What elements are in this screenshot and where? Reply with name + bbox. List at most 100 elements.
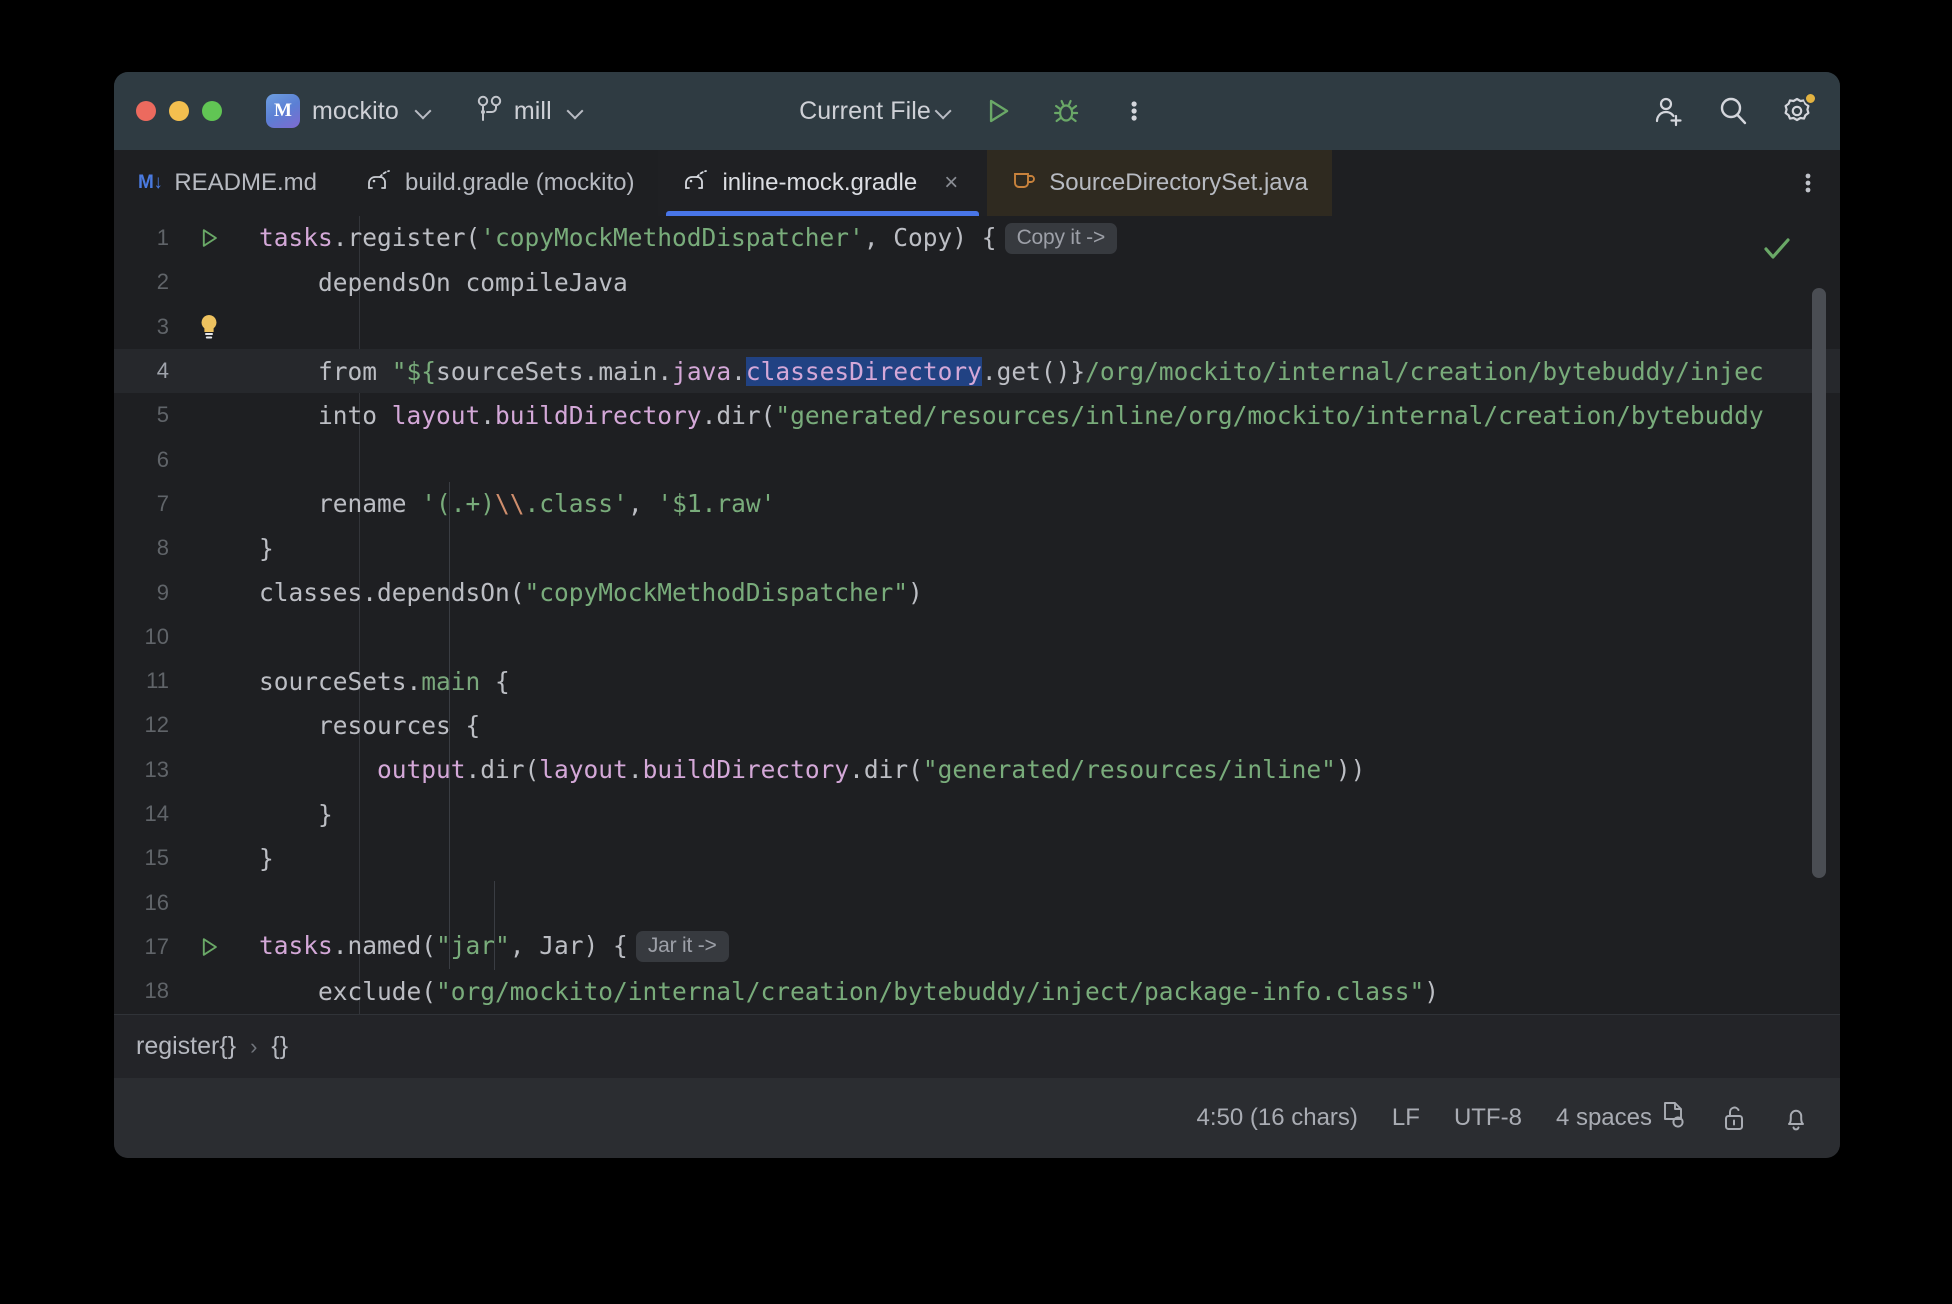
code-line[interactable]: 5 into layout.buildDirectory.dir("genera…: [114, 393, 1840, 437]
java-class-icon: [1011, 167, 1037, 200]
code-text: resources {: [249, 711, 480, 740]
code-line[interactable]: 3: [114, 305, 1840, 349]
code-token: 'copyMockMethodDispatcher': [480, 222, 864, 252]
debug-button[interactable]: [1045, 90, 1087, 132]
code-line[interactable]: 11 sourceSets.main {: [114, 659, 1840, 703]
code-line[interactable]: 19 exclude("org/mockito/internal/creatio…: [114, 1013, 1840, 1014]
tab-sourcedirectoryset-java[interactable]: SourceDirectorySet.java: [987, 150, 1332, 216]
code-line[interactable]: 8}: [114, 526, 1840, 570]
code-token: , Copy) {: [863, 222, 997, 252]
code-lines: 1 tasks.register('copyMockMethodDispatche…: [114, 216, 1840, 1014]
chevron-down-icon: [415, 103, 431, 119]
code-token: /org/mockito/internal/creation/bytebuddy…: [1085, 356, 1764, 386]
code-text: classes.dependsOn("copyMockMethodDispatc…: [249, 578, 923, 607]
editor-scrollbar[interactable]: [1812, 288, 1826, 878]
minimize-window-button[interactable]: [169, 101, 189, 121]
code-line[interactable]: 4 from "${sourceSets.main.java.classesDi…: [114, 348, 1840, 394]
editor-tabs: M↓ README.md build.gradle (mockito) inli…: [114, 150, 1840, 216]
run-configuration-label: Current File: [799, 96, 931, 125]
line-number: 11: [146, 668, 169, 694]
breadcrumb-item-closure[interactable]: {}: [271, 1032, 288, 1061]
code-text: exclude("org/mockito/internal/creation/b…: [249, 977, 1439, 1006]
tab-label: README.md: [174, 169, 318, 196]
close-tab-icon[interactable]: ×: [939, 169, 963, 197]
tabs-overflow-button[interactable]: [1794, 150, 1822, 216]
code-token: java: [672, 356, 732, 386]
project-selector[interactable]: M mockito: [260, 90, 437, 132]
gradle-elephant-icon: [365, 168, 393, 199]
more-actions-button[interactable]: [1113, 90, 1155, 132]
code-token: "generated/resources/inline": [922, 755, 1336, 785]
code-token: .class': [524, 489, 628, 519]
ok-check-icon[interactable]: [1760, 232, 1794, 271]
vcs-branch-selector[interactable]: mill: [471, 90, 589, 133]
code-line[interactable]: 17 tasks.named("jar", Jar) {Jar it ->: [114, 925, 1840, 969]
file-config-icon: [1660, 1100, 1686, 1137]
code-token: .dir(: [849, 755, 923, 785]
code-line[interactable]: 12 resources {: [114, 703, 1840, 747]
tab-label: build.gradle (mockito): [405, 169, 635, 196]
code-line[interactable]: 10: [114, 615, 1840, 659]
run-gutter-icon[interactable]: [169, 225, 249, 251]
chevron-down-icon: [935, 103, 951, 119]
indent-guide: [494, 881, 495, 970]
code-line[interactable]: 6: [114, 437, 1840, 481]
code-line[interactable]: 13 output.dir(layout.buildDirectory.dir(…: [114, 748, 1840, 792]
search-button[interactable]: [1712, 90, 1754, 132]
breadcrumb-item-register[interactable]: register{}: [136, 1032, 236, 1061]
line-number: 10: [144, 623, 169, 649]
code-line[interactable]: 1 tasks.register('copyMockMethodDispatche…: [114, 216, 1840, 260]
code-token: sourceSets: [436, 356, 584, 386]
code-token: tasks: [259, 931, 333, 961]
breadcrumb: register{} › {}: [114, 1014, 1840, 1078]
inlay-hint[interactable]: Jar it ->: [635, 931, 729, 963]
notifications-button[interactable]: [1782, 1103, 1810, 1133]
code-line[interactable]: 16: [114, 880, 1840, 924]
code-token: .: [627, 755, 643, 785]
tab-readme-md[interactable]: M↓ README.md: [114, 150, 341, 216]
run-gutter-icon[interactable]: [169, 934, 249, 960]
close-window-button[interactable]: [136, 101, 156, 121]
code-token: exclude(: [259, 976, 437, 1006]
caret-position-label[interactable]: 4:50 (16 chars): [1197, 1104, 1358, 1132]
line-number: 14: [144, 801, 169, 826]
toolbar-right-actions: [1648, 90, 1818, 132]
line-number: 13: [144, 756, 169, 782]
ide-window: M mockito mill Current File M↓ README.md…: [114, 72, 1840, 1158]
selected-text: classesDirectory: [745, 356, 982, 386]
code-editor[interactable]: 1 tasks.register('copyMockMethodDispatche…: [114, 216, 1840, 1014]
run-controls: Current File: [799, 90, 1155, 132]
line-separator-label[interactable]: LF: [1392, 1104, 1420, 1132]
code-line[interactable]: 14 }: [114, 792, 1840, 836]
gradle-elephant-icon: [682, 168, 710, 199]
run-configuration-selector[interactable]: Current File: [799, 97, 951, 126]
encoding-label[interactable]: UTF-8: [1454, 1104, 1522, 1132]
code-line[interactable]: 18 exclude("org/mockito/internal/creatio…: [114, 969, 1840, 1013]
tab-build-gradle[interactable]: build.gradle (mockito): [341, 150, 658, 216]
settings-button[interactable]: [1776, 90, 1818, 132]
tab-inline-mock-gradle[interactable]: inline-mock.gradle ×: [658, 150, 988, 216]
code-line[interactable]: 2 dependsOn compileJava: [114, 260, 1840, 304]
line-number: 4: [156, 358, 169, 384]
inlay-hint[interactable]: Copy it ->: [1004, 222, 1118, 254]
maximize-window-button[interactable]: [202, 101, 222, 121]
indent-selector[interactable]: 4 spaces: [1556, 1100, 1686, 1137]
add-user-button[interactable]: [1648, 90, 1690, 132]
code-token: "${: [391, 356, 437, 386]
chevron-down-icon: [567, 103, 583, 119]
code-line[interactable]: 15}: [114, 836, 1840, 880]
code-token: classes.dependsOn(: [259, 578, 525, 608]
run-button[interactable]: [977, 90, 1019, 132]
line-number: 15: [144, 845, 169, 871]
code-token: "copyMockMethodDispatcher": [524, 578, 909, 608]
code-line[interactable]: 9 classes.dependsOn("copyMockMethodDispat…: [114, 570, 1840, 614]
code-line[interactable]: 7 rename '(.+)\\.class', '$1.raw': [114, 482, 1840, 526]
code-token: from: [259, 356, 392, 386]
lightbulb-icon[interactable]: [169, 312, 249, 342]
line-number: 3: [156, 313, 169, 339]
window-controls: [136, 101, 222, 121]
branch-name-label: mill: [513, 96, 552, 125]
code-token: {: [480, 666, 510, 696]
readonly-toggle[interactable]: [1720, 1103, 1748, 1133]
